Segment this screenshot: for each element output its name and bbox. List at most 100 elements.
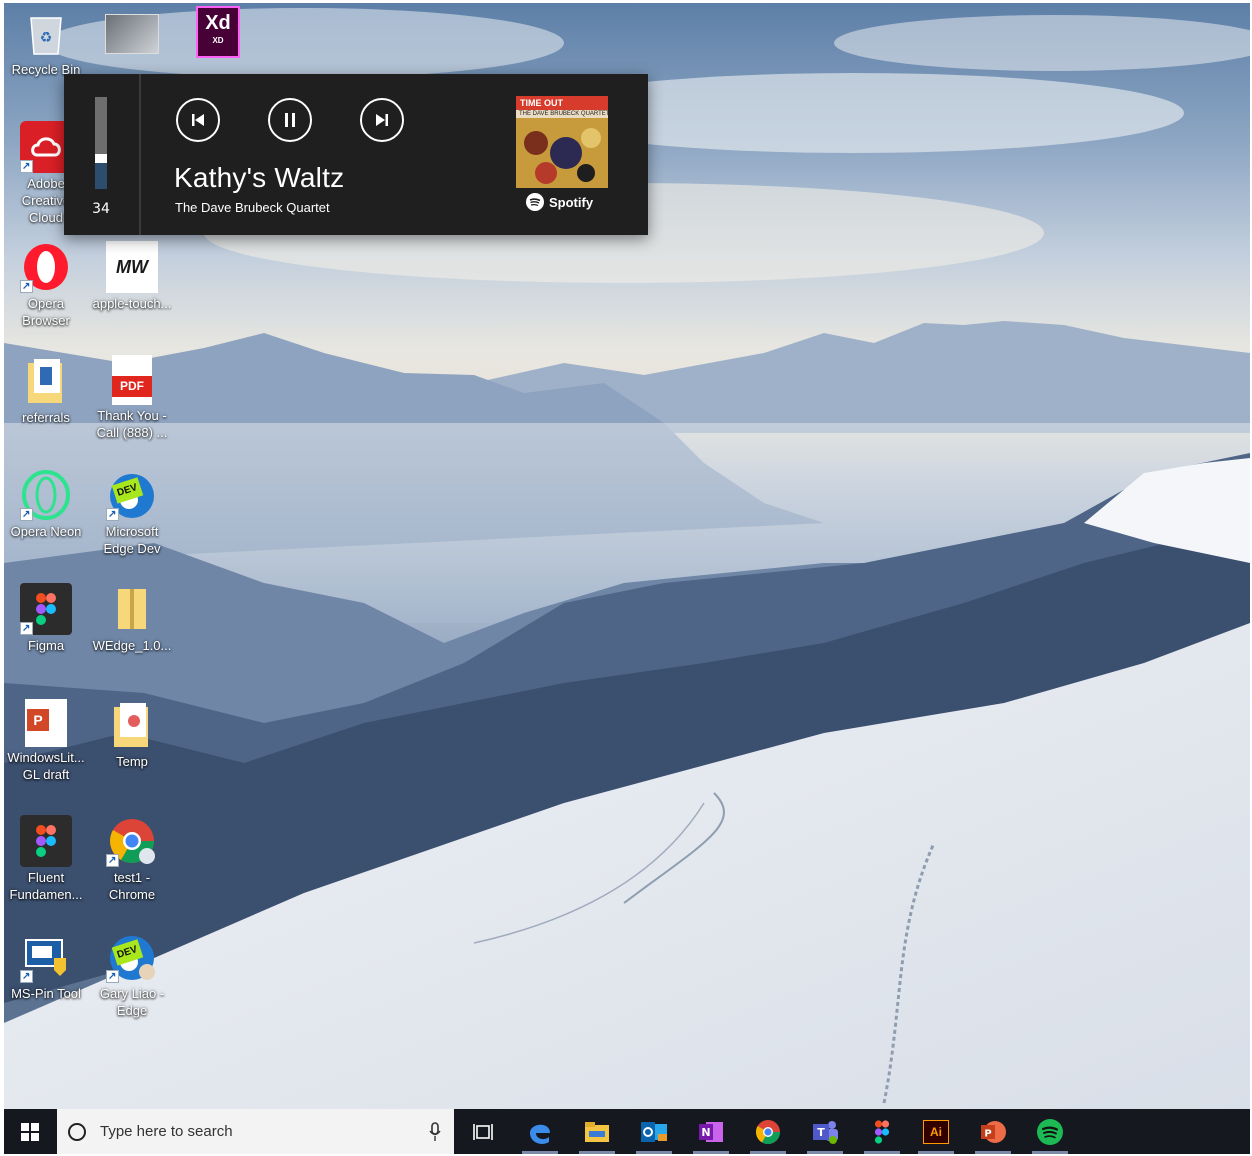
task-view-icon (473, 1123, 493, 1140)
album-subtitle-text: THE DAVE BRUBECK QUARTET (519, 111, 608, 117)
powerpoint-icon: P (981, 1120, 1006, 1143)
svg-text:T: T (817, 1126, 825, 1139)
volume-value: 34 (92, 201, 110, 217)
screenshot-file-icon (105, 14, 159, 54)
taskbar-chrome[interactable] (744, 1109, 792, 1154)
onenote-icon: N (699, 1121, 723, 1142)
taskbar-illustrator[interactable]: Ai (912, 1109, 960, 1154)
running-indicator (636, 1151, 672, 1154)
desktop-icon-label: apple-touch... (92, 296, 172, 311)
shortcut-arrow-icon (20, 968, 33, 985)
teams-icon: T (813, 1120, 838, 1144)
album-artwork-icon (516, 118, 608, 188)
desktop-icon-edge-dev[interactable]: DEV Microsoft Edge Dev (90, 469, 174, 557)
windows-icon (21, 1122, 39, 1141)
volume-panel: 34 (64, 74, 141, 235)
illustrator-icon: Ai (923, 1119, 949, 1144)
ppt-badge: P (27, 709, 49, 731)
desktop-icon-referrals[interactable]: referrals (4, 355, 88, 426)
task-view-button[interactable] (459, 1109, 507, 1154)
microphone-icon[interactable] (429, 1122, 441, 1142)
shortcut-arrow-icon (20, 506, 33, 523)
spotify-icon (1037, 1118, 1063, 1145)
running-indicator (579, 1151, 615, 1154)
shortcut-arrow-icon (20, 278, 33, 295)
desktop-icon-screenshot-file[interactable] (90, 7, 174, 56)
desktop-icon-label: Microsoft Edge Dev (103, 524, 161, 556)
desktop-icon-pin-tool[interactable]: MS-Pin Tool (4, 931, 88, 1002)
desktop-icon-figma[interactable]: Figma (4, 583, 88, 654)
running-indicator (864, 1151, 900, 1154)
desktop-icon-label: Fluent Fundamen... (9, 870, 83, 902)
media-source-label: Spotify (549, 194, 594, 210)
taskbar-spotify[interactable] (1026, 1109, 1074, 1154)
svg-text:N: N (701, 1126, 710, 1139)
start-button[interactable] (4, 1109, 56, 1154)
chrome-profile-icon (106, 815, 158, 869)
pin-tool-icon (20, 931, 72, 985)
cortana-icon (68, 1122, 86, 1141)
illustrator-badge: Ai (930, 1124, 942, 1139)
desktop-icon-chrome-profile[interactable]: test1 - Chrome (90, 815, 174, 903)
search-placeholder: Type here to search (100, 1123, 233, 1140)
shortcut-arrow-icon (106, 852, 119, 869)
taskbar-file-explorer[interactable] (573, 1109, 621, 1154)
desktop-icon-opera[interactable]: Opera Browser (4, 241, 88, 329)
desktop-icon-fluent-fundamentals[interactable]: Fluent Fundamen... (4, 815, 88, 903)
running-indicator (693, 1151, 729, 1154)
powerpoint-file-icon: P (25, 699, 67, 747)
media-flyout: 34 Kathy's Waltz The Dave Brubeck Quarte… (64, 74, 648, 235)
volume-slider-thumb[interactable] (95, 154, 107, 163)
taskbar: Type here to search N T Ai P (4, 1109, 1250, 1154)
desktop-icon-adobe-xd[interactable]: Xd XD (176, 6, 260, 60)
desktop-icon-mw-image[interactable]: MW apple-touch... (90, 241, 174, 312)
pause-button[interactable] (268, 98, 312, 142)
track-title: Kathy's Waltz (174, 162, 345, 193)
recycle-bin-icon: ♻ (20, 7, 72, 59)
spotify-icon (526, 193, 544, 211)
desktop-icon-label: WindowsLit... GL draft (7, 750, 85, 782)
figma-icon (20, 583, 72, 637)
desktop-icon-label: MS-Pin Tool (11, 986, 81, 1001)
adobe-xd-icon: Xd XD (196, 6, 240, 58)
running-indicator (750, 1151, 786, 1154)
taskbar-onenote[interactable]: N (687, 1109, 735, 1154)
zip-folder-icon (106, 583, 158, 635)
svg-text:♻: ♻ (40, 30, 53, 46)
xd-sub: XD (212, 36, 224, 45)
volume-slider[interactable] (95, 97, 107, 189)
edge-dev-icon: DEV (106, 469, 158, 523)
shortcut-arrow-icon (20, 158, 33, 175)
desktop-icon-opera-neon[interactable]: Opera Neon (4, 469, 88, 540)
taskbar-powerpoint[interactable]: P (969, 1109, 1017, 1154)
desktop-icon-recycle-bin[interactable]: ♻ Recycle Bin (4, 7, 88, 78)
pdf-badge: PDF (112, 376, 152, 397)
desktop-icon-powerpoint-file[interactable]: P WindowsLit... GL draft (4, 699, 88, 783)
taskbar-edge[interactable] (516, 1109, 564, 1154)
figma-file-icon (20, 815, 72, 867)
running-indicator (1032, 1151, 1068, 1154)
svg-text:P: P (984, 1128, 991, 1139)
desktop-icon-label: Figma (27, 638, 65, 653)
taskbar-search-box[interactable]: Type here to search (57, 1109, 454, 1154)
pdf-icon: PDF (112, 355, 152, 405)
desktop-icon-label: Thank You - Call (888) ... (96, 408, 168, 440)
desktop-icon-pdf[interactable]: PDF Thank You - Call (888) ... (90, 355, 174, 441)
desktop-icon-temp[interactable]: Temp (90, 699, 174, 770)
edge-icon (530, 1124, 550, 1144)
next-track-button[interactable] (360, 98, 404, 142)
folder-icon (20, 355, 72, 407)
desktop-icon-label: Gary Liao - Edge (99, 986, 165, 1018)
taskbar-figma[interactable] (858, 1109, 906, 1154)
running-indicator (918, 1151, 954, 1154)
desktop-icon-label: referrals (22, 410, 70, 425)
previous-track-button[interactable] (176, 98, 220, 142)
figma-icon (874, 1119, 890, 1144)
media-source: Spotify (526, 193, 593, 211)
pause-icon (285, 113, 295, 127)
running-indicator (975, 1151, 1011, 1154)
taskbar-teams[interactable]: T (801, 1109, 849, 1154)
taskbar-outlook[interactable] (630, 1109, 678, 1154)
desktop-icon-zip-folder[interactable]: WEdge_1.0... (90, 583, 174, 654)
desktop-icon-edge-dev-profile[interactable]: DEV Gary Liao - Edge (90, 931, 174, 1019)
